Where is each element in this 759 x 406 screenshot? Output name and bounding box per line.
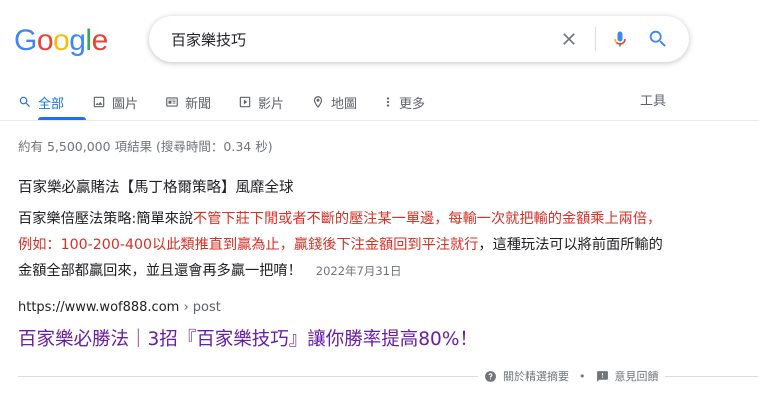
result-stats: 約有 5,500,000 項結果 (搜尋時間：0.34 秒) bbox=[18, 139, 273, 154]
result-url[interactable]: https://www.wof888.com › post bbox=[18, 300, 221, 315]
help-icon bbox=[485, 370, 496, 382]
snippet-text: 百家樂倍壓法策略:簡單來說 bbox=[18, 211, 194, 227]
snippet-footer: 關於精選摘要 • 意見回饋 bbox=[478, 367, 665, 385]
url-domain: https://www.wof888.com bbox=[18, 300, 180, 315]
map-pin-icon bbox=[313, 96, 323, 108]
footer-separator: • bbox=[579, 369, 586, 383]
tab-news[interactable]: 新聞 bbox=[165, 90, 211, 114]
search-submit-icon[interactable] bbox=[647, 28, 669, 50]
featured-snippet-title: 百家樂必贏賭法【馬丁格爾策略】風靡全球 bbox=[18, 180, 294, 196]
search-input[interactable] bbox=[171, 27, 551, 51]
feedback-link[interactable]: 意見回饋 bbox=[596, 368, 659, 384]
search-icon bbox=[19, 96, 30, 107]
feedback-icon bbox=[596, 370, 608, 382]
search-box[interactable] bbox=[149, 16, 689, 62]
tab-label: 全部 bbox=[38, 96, 65, 112]
tab-more[interactable]: 更多 bbox=[383, 90, 425, 114]
header-divider bbox=[0, 120, 759, 121]
about-label: 關於精選摘要 bbox=[503, 370, 569, 383]
tab-label: 更多 bbox=[399, 96, 426, 112]
about-featured-snippets-link[interactable]: 關於精選摘要 bbox=[484, 368, 569, 384]
tab-label: 新聞 bbox=[185, 96, 212, 112]
more-vert-icon bbox=[386, 97, 390, 107]
logo-letter: o bbox=[53, 24, 70, 57]
snippet-date: 2022年7月31日 bbox=[315, 264, 402, 278]
url-breadcrumb: › post bbox=[179, 300, 221, 315]
logo-letter: e bbox=[91, 24, 109, 57]
video-icon bbox=[239, 96, 251, 108]
google-logo[interactable]: Google bbox=[14, 24, 108, 58]
clear-icon[interactable] bbox=[559, 29, 579, 49]
tab-images[interactable]: 圖片 bbox=[92, 90, 138, 114]
image-icon bbox=[93, 96, 105, 108]
feedback-label: 意見回饋 bbox=[614, 370, 659, 383]
featured-snippet-body: 百家樂倍壓法策略:簡單來說不管下莊下閒或者不斷的壓注某一單邊，每輸一次就把輸的金… bbox=[18, 206, 673, 284]
tab-label: 影片 bbox=[258, 96, 285, 112]
tab-maps[interactable]: 地圖 bbox=[311, 90, 357, 114]
microphone-icon[interactable] bbox=[610, 27, 630, 51]
tab-label: 圖片 bbox=[112, 96, 139, 112]
tab-videos[interactable]: 影片 bbox=[238, 90, 284, 114]
logo-letter: o bbox=[36, 24, 54, 57]
search-divider bbox=[595, 27, 596, 51]
tab-all[interactable]: 全部 bbox=[18, 90, 64, 114]
result-title-link[interactable]: 百家樂必勝法｜3招『百家樂技巧』讓你勝率提高80%！ bbox=[18, 325, 478, 351]
tab-label: 地圖 bbox=[331, 96, 358, 112]
tools-button[interactable]: 工具 bbox=[640, 90, 666, 114]
logo-letter: G bbox=[14, 24, 37, 57]
news-icon bbox=[166, 97, 178, 107]
logo-letter: g bbox=[69, 24, 86, 57]
